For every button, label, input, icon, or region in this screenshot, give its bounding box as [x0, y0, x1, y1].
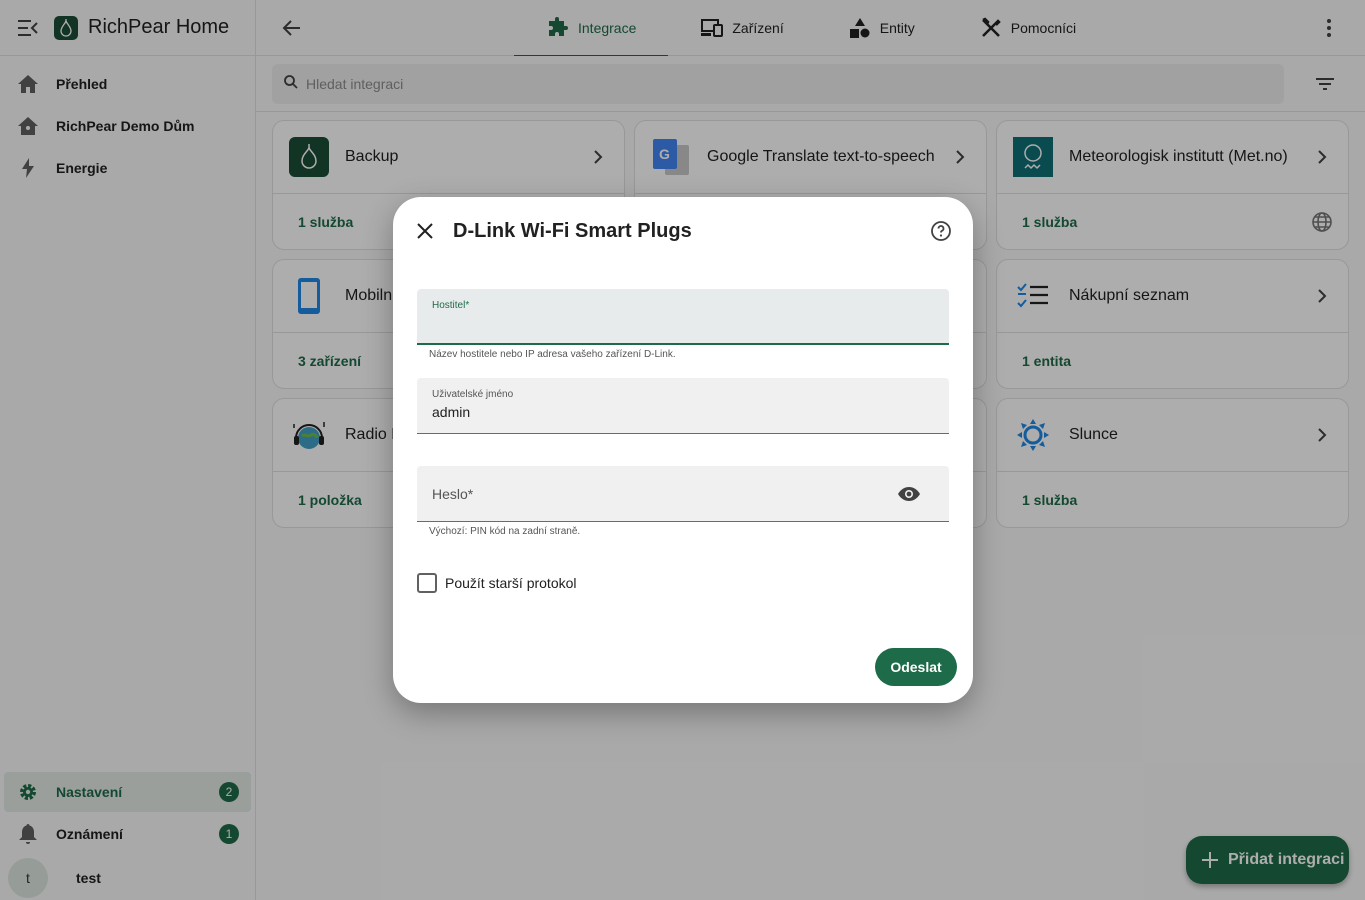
- dialog-title: D-Link Wi-Fi Smart Plugs: [453, 220, 692, 242]
- username-label: Uživatelské jméno: [432, 389, 514, 400]
- submit-button[interactable]: Odeslat: [875, 648, 957, 686]
- username-value: admin: [432, 404, 471, 420]
- config-dialog: D-Link Wi-Fi Smart Plugs Hostitel* Název…: [393, 197, 973, 703]
- legacy-protocol-checkbox[interactable]: [417, 573, 437, 593]
- help-icon[interactable]: [929, 219, 953, 243]
- host-helper: Název hostitele nebo IP adresa vašeho za…: [429, 349, 676, 360]
- legacy-protocol-label: Použít starší protokol: [445, 575, 577, 591]
- password-label: Heslo*: [432, 486, 474, 502]
- host-label: Hostitel*: [432, 300, 470, 311]
- username-field[interactable]: Uživatelské jméno admin: [417, 378, 949, 434]
- password-field[interactable]: Heslo*: [417, 466, 949, 522]
- legacy-protocol-row[interactable]: Použít starší protokol: [417, 573, 577, 593]
- close-icon[interactable]: [413, 219, 437, 243]
- eye-icon[interactable]: [897, 482, 921, 506]
- host-field[interactable]: Hostitel*: [417, 289, 949, 345]
- password-helper: Výchozí: PIN kód na zadní straně.: [429, 526, 581, 537]
